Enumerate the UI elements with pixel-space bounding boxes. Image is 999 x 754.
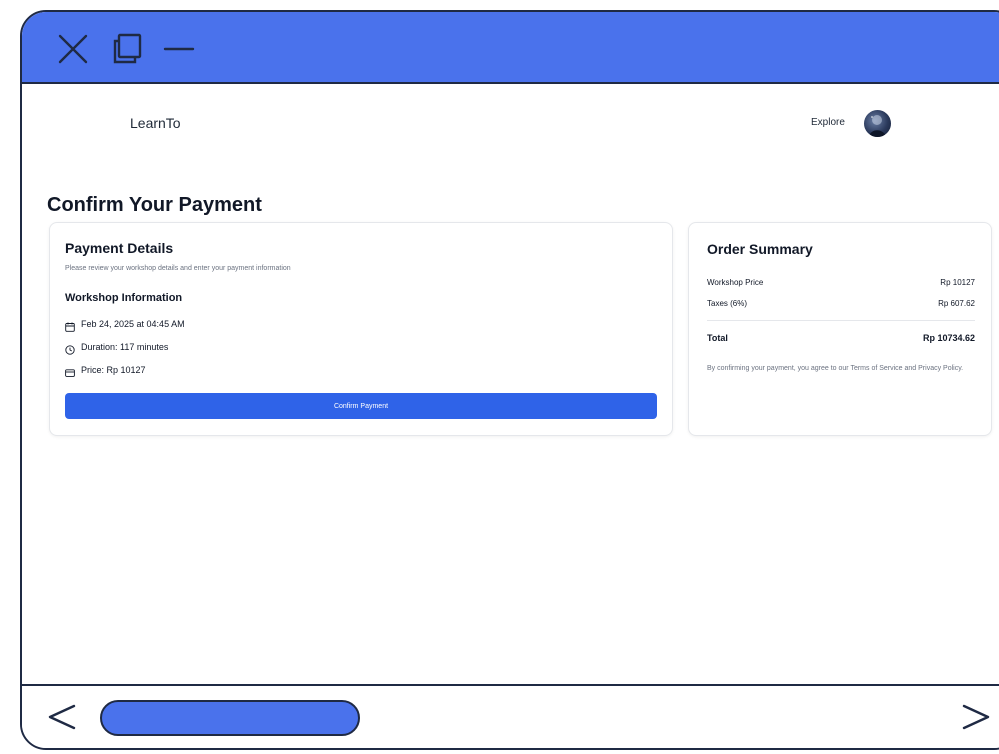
minimize-icon[interactable] <box>162 32 196 66</box>
workshop-date-row: Feb 24, 2025 at 04:45 AM <box>65 317 185 332</box>
chevron-right-icon[interactable] <box>960 700 994 734</box>
workshop-duration: Duration: 117 minutes <box>81 342 169 352</box>
summary-row-total: Total Rp 10734.62 <box>707 333 975 343</box>
workshop-duration-row: Duration: 117 minutes <box>65 340 169 355</box>
browser-window: LearnTo Explore Confirm Your Payment Pay… <box>20 10 999 750</box>
payment-details-card: Payment Details Please review your works… <box>49 222 673 436</box>
title-bar <box>22 12 999 84</box>
horizontal-scrollbar-thumb[interactable] <box>100 700 360 736</box>
summary-value: Rp 607.62 <box>938 299 975 308</box>
workshop-price-row: Price: Rp 10127 <box>65 363 146 377</box>
summary-label: Taxes (6%) <box>707 299 748 308</box>
summary-divider <box>707 320 975 321</box>
workshop-date: Feb 24, 2025 at 04:45 AM <box>81 319 185 329</box>
workshop-price: Price: Rp 10127 <box>81 365 146 375</box>
page-content: LearnTo Explore Confirm Your Payment Pay… <box>22 84 999 684</box>
close-icon[interactable] <box>56 32 90 66</box>
confirm-payment-button[interactable]: Confirm Payment <box>65 393 657 419</box>
brand-logo[interactable]: LearnTo <box>130 115 181 131</box>
summary-row-workshop-price: Workshop Price Rp 10127 <box>707 278 975 287</box>
terms-notice: By confirming your payment, you agree to… <box>707 365 964 372</box>
bottom-bar <box>22 684 999 748</box>
credit-card-icon <box>65 365 75 377</box>
total-label: Total <box>707 333 728 343</box>
total-value: Rp 10734.62 <box>922 333 975 343</box>
page-title: Confirm Your Payment <box>47 194 262 216</box>
summary-value: Rp 10127 <box>940 278 975 287</box>
summary-row-taxes: Taxes (6%) Rp 607.62 <box>707 299 975 308</box>
order-summary-card: Order Summary Workshop Price Rp 10127 Ta… <box>688 222 992 436</box>
clock-icon <box>65 342 75 355</box>
order-summary-title: Order Summary <box>707 241 813 257</box>
avatar[interactable] <box>864 110 891 137</box>
summary-label: Workshop Price <box>707 278 764 287</box>
maximize-icon[interactable] <box>110 32 144 66</box>
payment-details-title: Payment Details <box>65 240 174 256</box>
chevron-left-icon[interactable] <box>44 700 78 734</box>
nav-explore-link[interactable]: Explore <box>811 117 845 128</box>
calendar-icon <box>65 319 75 332</box>
workshop-info-title: Workshop Information <box>65 292 183 304</box>
payment-details-subtitle: Please review your workshop details and … <box>65 265 291 272</box>
